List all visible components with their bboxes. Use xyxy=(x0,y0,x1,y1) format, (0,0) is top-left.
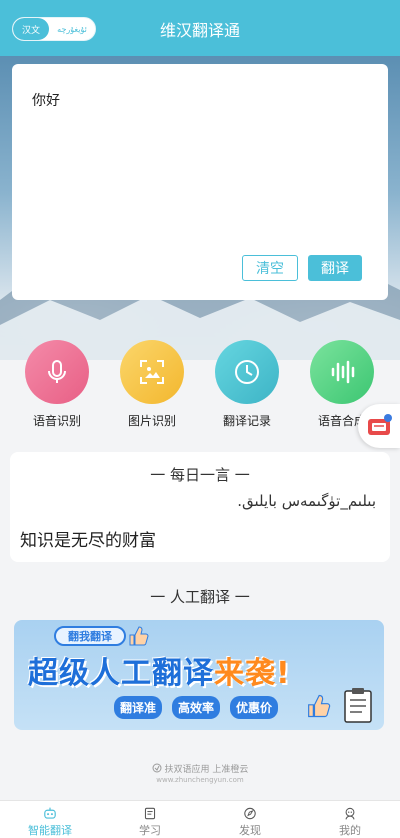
daily-quote-heading: 一 每日一言 一 xyxy=(150,466,250,484)
clock-icon xyxy=(235,360,259,384)
feature-voice-recognition[interactable]: 语音识别 xyxy=(25,340,89,430)
voice-recognition-label: 语音识别 xyxy=(32,414,81,428)
tab-smart-translate-label: 智能翻译 xyxy=(28,824,72,837)
footer-brand: 扶双语应用 上准橙云 xyxy=(0,762,400,775)
human-translation-title: 一 人工翻译 一 xyxy=(150,588,250,606)
banner-pills: 翻译准 高效率 优惠价 xyxy=(114,696,279,719)
image-scan-icon xyxy=(140,360,164,384)
feature-translation-history[interactable]: 翻译记录 xyxy=(215,340,279,430)
compass-icon xyxy=(244,807,256,820)
bottom-tab-bar: 智能翻译 学习 发现 我的 xyxy=(0,800,400,838)
image-recognition-label: 图片识别 xyxy=(127,414,176,428)
banner-headline: 超级人工翻译来袭! xyxy=(28,648,291,692)
daily-quote-chinese: 知识是无尽的财富 xyxy=(20,531,156,551)
floating-translator-tab[interactable] xyxy=(358,404,400,448)
voice-recognition-button[interactable] xyxy=(25,340,89,404)
translate-button[interactable]: 翻译 xyxy=(308,255,362,281)
tab-discover[interactable]: 发现 xyxy=(200,801,300,838)
footer-url: www.zhunchengyun.com xyxy=(156,776,244,784)
thumbs-up-icon xyxy=(129,626,149,646)
translation-history-label: 翻译记录 xyxy=(222,414,271,428)
robot-icon xyxy=(44,807,56,819)
tab-profile[interactable]: 我的 xyxy=(300,801,400,838)
sound-wave-icon xyxy=(331,360,355,384)
app-header: 汉文 ئۇيغۇرچە 维汉翻译通 xyxy=(0,0,400,56)
microphone-icon xyxy=(48,360,66,383)
tab-study[interactable]: 学习 xyxy=(100,801,200,838)
profile-icon xyxy=(345,807,355,820)
tab-profile-label: 我的 xyxy=(339,824,361,837)
thumbs-up-icon xyxy=(308,694,331,718)
footer-brand-text: 扶双语应用 上准橙云 xyxy=(164,765,249,775)
notes-icon xyxy=(144,807,156,820)
banner-headline-main: 超级人工翻译 xyxy=(28,656,214,691)
daily-quote-uyghur: بىلىم_تۈگىمەس بايلىق. xyxy=(237,492,376,510)
tab-study-label: 学习 xyxy=(139,824,161,837)
image-recognition-button[interactable] xyxy=(120,340,184,404)
translation-history-button[interactable] xyxy=(215,340,279,404)
brand-logo-icon xyxy=(152,763,162,773)
daily-quote-card: 一 每日一言 一 بىلىم_تۈگىمەس بايلىق. 知识是无尽的财富 xyxy=(10,452,390,562)
feature-image-recognition[interactable]: 图片识别 xyxy=(120,340,184,430)
banner-pill: 翻译准 xyxy=(114,696,163,719)
translator-mascot-icon xyxy=(368,414,392,435)
clear-button[interactable]: 清空 xyxy=(242,255,298,281)
tab-smart-translate[interactable]: 智能翻译 xyxy=(0,801,100,838)
banner-headline-highlight: 来袭! xyxy=(214,656,291,691)
banner-pill: 高效率 xyxy=(172,696,221,719)
speech-synthesis-button[interactable] xyxy=(310,340,374,404)
translation-input-text[interactable]: 你好 xyxy=(32,90,60,110)
clipboard-icon xyxy=(344,688,372,723)
banner-tag: 翻我翻译 xyxy=(54,626,126,646)
page-title: 维汉翻译通 xyxy=(159,21,240,40)
human-translation-banner[interactable]: 翻我翻译 超级人工翻译来袭! 翻译准 高效率 优惠价 xyxy=(14,620,384,730)
banner-pill: 优惠价 xyxy=(230,696,279,719)
tab-discover-label: 发现 xyxy=(239,824,261,837)
